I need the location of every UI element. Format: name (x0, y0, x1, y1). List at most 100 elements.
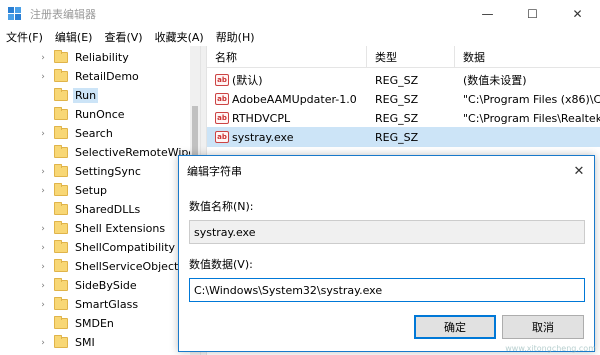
value-data-input[interactable]: C:\Windows\System32\systray.exe (189, 278, 585, 302)
folder-icon (54, 88, 68, 101)
folder-icon (54, 183, 68, 196)
folder-icon (54, 316, 68, 329)
tree-item[interactable]: › SettingSync (38, 162, 143, 181)
value-type: REG_SZ (375, 111, 419, 125)
folder-icon (54, 202, 68, 215)
tree-item[interactable]: Run (38, 86, 99, 105)
value-name-cell: ab systray.exe (207, 131, 367, 144)
tree-item-label: RetailDemo (75, 70, 139, 83)
chevron-right-icon[interactable]: › (38, 129, 48, 139)
chevron-right-icon[interactable]: › (38, 338, 48, 348)
folder-icon (54, 259, 68, 272)
tree-item-label: SideBySide (75, 279, 137, 292)
tree-item[interactable]: RunOnce (38, 105, 127, 124)
chevron-right-icon[interactable]: › (38, 224, 48, 234)
dialog-title: 编辑字符串 (187, 165, 242, 178)
string-value-icon: ab (215, 74, 229, 86)
list-header: 名称 类型 数据 (207, 46, 600, 68)
menu-view[interactable]: 查看(V) (98, 29, 148, 45)
title-bar: 注册表编辑器 — ☐ ✕ (0, 0, 600, 27)
tree-item[interactable]: SelectiveRemoteWipe (38, 143, 197, 162)
folder-icon (54, 278, 68, 291)
tree-item-label: SMI (75, 336, 95, 349)
chevron-right-icon[interactable]: › (38, 243, 48, 253)
ok-button[interactable]: 确定 (414, 315, 496, 339)
value-data: "C:\Program Files\Realtek\Audio (463, 111, 600, 125)
cancel-button[interactable]: 取消 (502, 315, 584, 339)
string-value-icon: ab (215, 112, 229, 124)
value-row[interactable]: ab RTHDVCPL REG_SZ "C:\Program Files\Realte… (207, 108, 600, 128)
tree-item-label: Run (73, 88, 99, 103)
menu-help[interactable]: 帮助(H) (210, 29, 261, 45)
value-row[interactable]: ab systray.exe REG_SZ (207, 127, 600, 147)
value-name-cell: ab RTHDVCPL (207, 112, 367, 125)
tree-item[interactable]: › SmartGlass (38, 295, 140, 314)
column-header-data[interactable]: 数据 (455, 46, 600, 68)
tree-item[interactable]: › Shell Extensions (38, 219, 167, 238)
minimize-button[interactable]: — (465, 0, 510, 27)
tree-item[interactable]: › Search (38, 124, 115, 143)
chevron-right-icon[interactable]: › (38, 72, 48, 82)
tree-item-label: Setup (75, 184, 108, 197)
chevron-right-icon[interactable]: › (38, 262, 48, 272)
value-data-label: 数值数据(V): (189, 258, 253, 271)
menu-edit[interactable]: 编辑(E) (49, 29, 99, 45)
edit-string-dialog: 编辑字符串 ✕ 数值名称(N): systray.exe 数值数据(V): C:… (178, 155, 595, 352)
tree-item-label: SettingSync (75, 165, 141, 178)
value-name-cell: ab (默认) (207, 72, 367, 88)
tree-item[interactable]: › ShellCompatibility (38, 238, 177, 257)
tree-item-label: Search (75, 127, 113, 140)
folder-icon (54, 126, 68, 139)
close-button[interactable]: ✕ (555, 0, 600, 27)
tree-item-label: SMDEn (75, 317, 114, 330)
value-name: RTHDVCPL (232, 111, 291, 125)
tree-item[interactable]: SharedDLLs (38, 200, 142, 219)
chevron-right-icon[interactable]: › (38, 300, 48, 310)
menu-bar: 文件(F) 编辑(E) 查看(V) 收藏夹(A) 帮助(H) (0, 27, 600, 46)
value-name: systray.exe (232, 130, 294, 144)
tree-item[interactable]: › RetailDemo (38, 67, 141, 86)
tree-item[interactable]: › SideBySide (38, 276, 139, 295)
folder-icon (54, 69, 68, 82)
value-type: REG_SZ (375, 92, 419, 106)
tree-item[interactable]: › Reliability (38, 48, 131, 67)
folder-icon (54, 107, 68, 120)
chevron-right-icon[interactable]: › (38, 167, 48, 177)
tree-item-label: Shell Extensions (75, 222, 166, 235)
value-data: (数值未设置) (463, 74, 527, 87)
menu-favorites[interactable]: 收藏夹(A) (149, 29, 210, 45)
chevron-right-icon[interactable]: › (38, 281, 48, 291)
column-header-name[interactable]: 名称 (207, 46, 367, 68)
registry-tree[interactable]: › Reliability › RetailDemo Run RunOnce › Search… (0, 46, 200, 355)
menu-file[interactable]: 文件(F) (0, 29, 49, 45)
tree-item[interactable]: › SMI (38, 333, 97, 352)
column-header-type[interactable]: 类型 (367, 46, 455, 68)
folder-icon (54, 221, 68, 234)
value-name: (默认) (232, 74, 263, 87)
chevron-right-icon[interactable]: › (38, 53, 48, 63)
string-value-icon: ab (215, 131, 229, 143)
value-row[interactable]: ab AdobeAAMUpdater-1.0 REG_SZ "C:\Program F… (207, 89, 600, 109)
value-data: "C:\Program Files (x86)\Common Files\Ado… (463, 92, 600, 106)
value-name: AdobeAAMUpdater-1.0 (232, 92, 357, 106)
folder-icon (54, 50, 68, 63)
dialog-close-button[interactable]: ✕ (564, 156, 594, 186)
tree-item-label: Reliability (75, 51, 129, 64)
value-name-label: 数值名称(N): (189, 200, 254, 213)
folder-icon (54, 164, 68, 177)
dialog-title-bar: 编辑字符串 ✕ (179, 156, 594, 186)
tree-item[interactable]: › Setup (38, 181, 109, 200)
chevron-right-icon[interactable]: › (38, 186, 48, 196)
value-type: REG_SZ (375, 73, 419, 87)
string-value-icon: ab (215, 93, 229, 105)
watermark: www.xitongcheng.com (505, 344, 596, 353)
tree-item-label: SharedDLLs (75, 203, 141, 216)
regedit-icon (8, 6, 22, 21)
tree-item[interactable]: ›ShellServiceObjectDelayLoad (38, 257, 200, 276)
value-type: REG_SZ (375, 130, 419, 144)
folder-icon (54, 335, 68, 348)
maximize-button[interactable]: ☐ (510, 0, 555, 27)
value-row[interactable]: ab (默认) REG_SZ (数值未设置) (207, 70, 600, 90)
folder-icon (54, 297, 68, 310)
tree-item[interactable]: SMDEn (38, 314, 116, 333)
